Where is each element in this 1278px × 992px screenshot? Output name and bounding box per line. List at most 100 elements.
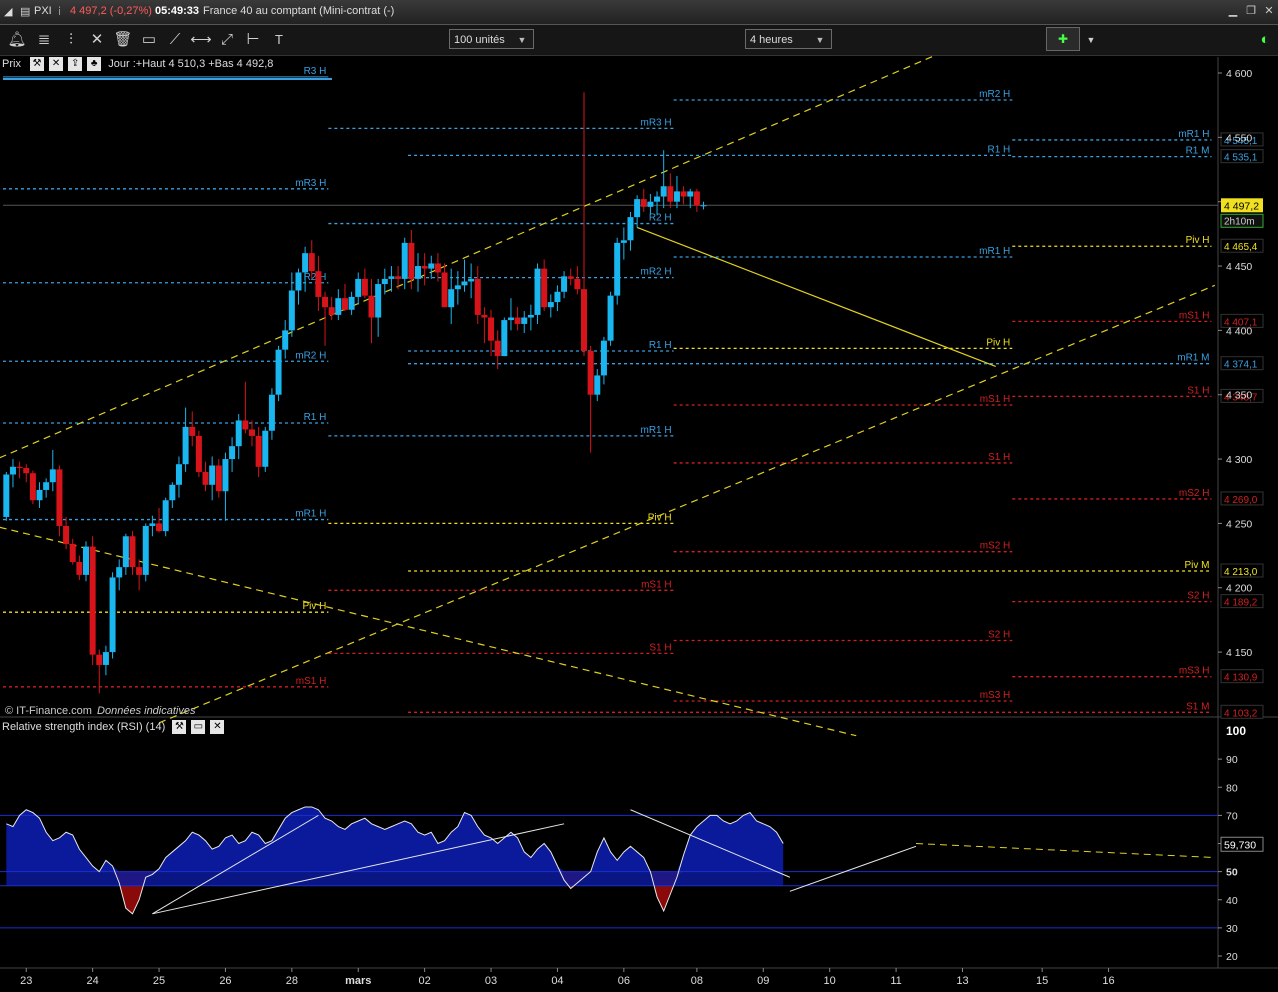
close-panel-icon[interactable]: ✕ (49, 57, 64, 71)
pivot-level-label: R1 H (649, 340, 672, 351)
candle-body (255, 435, 262, 467)
candle-body (680, 191, 687, 197)
wrench-icon[interactable]: ⚒ (30, 57, 45, 71)
time-tick-label: 03 (485, 975, 497, 987)
candle-body (335, 298, 342, 315)
candle-body (587, 350, 594, 395)
pivot-level-label: mS3 H (1179, 666, 1210, 677)
rsi-tick-label: 100 (1226, 724, 1246, 738)
candle-body (89, 546, 96, 655)
level-axis-value: 4 213,0 (1224, 567, 1258, 578)
candle-body (501, 320, 508, 357)
rsi-trendline (789, 845, 917, 892)
level-axis-value: 4 269,0 (1224, 495, 1258, 506)
candle-body (195, 435, 202, 472)
pivot-level-label: mR1 H (979, 246, 1010, 257)
pivot-level-label: Piv H (1186, 235, 1210, 246)
candle-body (468, 278, 475, 282)
candle-body (268, 394, 275, 431)
price-tick-label: 4 350 (1226, 390, 1252, 402)
price-panel-header: Prix ⚒ ✕ ⇪ ♣ Jour :+Haut 4 510,3 +Bas 4 … (2, 57, 273, 73)
candle-body (322, 296, 329, 308)
r3-accent-bar (3, 78, 332, 80)
rsi-tick-label: 30 (1226, 923, 1238, 935)
price-tick-label: 4 550 (1226, 132, 1252, 144)
wrench-icon[interactable]: ⚒ (172, 720, 187, 734)
candle-body (401, 242, 408, 279)
export-icon[interactable]: ⇪ (68, 57, 83, 71)
time-tick-label: 15 (1036, 975, 1048, 987)
candle-body (388, 276, 395, 279)
rsi-tick-label: 50 (1226, 867, 1238, 879)
level-axis-value: 4 465,4 (1224, 242, 1258, 253)
candle-body (282, 330, 289, 350)
candle-body (341, 298, 348, 310)
trendline (636, 226, 996, 367)
pivot-level-label: mS1 H (296, 676, 327, 687)
candle-body (142, 525, 149, 575)
pivot-level-label: R2 H (304, 272, 327, 283)
candle-body (700, 205, 707, 207)
close-panel-icon[interactable]: ✕ (210, 720, 225, 734)
countdown-value: 2h10m (1224, 216, 1255, 227)
candle-body (673, 191, 680, 202)
pivot-level-label: S1 M (1186, 701, 1209, 712)
candle-body (229, 446, 236, 460)
candle-body (627, 217, 634, 241)
pivot-level-label: mR1 H (641, 425, 672, 436)
pivot-level-label: mS3 H (980, 690, 1011, 701)
candle-body (481, 314, 488, 318)
candle-body (209, 465, 216, 485)
candle-body (507, 317, 514, 321)
rsi-panel-label: Relative strength index (RSI) (14) (2, 720, 166, 733)
pivot-level-label: S1 H (988, 452, 1010, 463)
rsi-trendline (915, 843, 1215, 859)
candle-body (3, 474, 10, 517)
level-axis-value: 4 103,2 (1224, 708, 1258, 719)
candle-body (368, 295, 375, 318)
candle-body (381, 278, 388, 285)
pivot-level-label: Piv M (1184, 560, 1209, 571)
time-tick-label: 26 (219, 975, 231, 987)
candle-body (348, 296, 355, 310)
pivot-level-label: mR1 M (1177, 353, 1209, 364)
candle-body (693, 191, 700, 206)
time-tick-label: 25 (153, 975, 165, 987)
rsi-upper-fill (6, 806, 784, 872)
candle-body (441, 272, 448, 308)
pivot-level-label: mR2 H (295, 350, 326, 361)
pivot-level-label: mR1 H (295, 509, 326, 520)
pivot-level-label: R2 H (649, 213, 672, 224)
pivot-level-label: mR1 H (1178, 129, 1209, 140)
pivot-level-label: R3 H (304, 66, 327, 77)
pivot-level-label: S1 H (1187, 385, 1209, 396)
candle-body (136, 567, 143, 575)
candle-body (620, 240, 627, 243)
candle-body (116, 567, 123, 578)
candle-body (434, 263, 441, 273)
last-price-value: 4 497,2 (1224, 200, 1259, 212)
candle-body (16, 466, 23, 469)
watermark-source: © IT-Finance.com (5, 705, 92, 717)
candle-body (102, 652, 109, 665)
candle-body (534, 268, 541, 315)
candle-body (275, 349, 282, 395)
candle-body (408, 242, 415, 279)
tree-icon[interactable]: ♣ (87, 57, 102, 71)
candle-body (514, 317, 521, 324)
chart-canvas[interactable]: R3 HmR2 HmR3 HmR1 H4 545,1R1 H R1 M4 535,… (0, 0, 1278, 992)
pivot-level-label: mS2 H (1179, 488, 1210, 499)
watermark: © IT-Finance.com Données indicatives (5, 705, 195, 717)
maximize-icon[interactable]: ▭ (191, 720, 206, 734)
pivot-level-label: mR2 H (641, 267, 672, 278)
pivot-level-label: mS1 H (980, 394, 1011, 405)
candle-body (189, 426, 196, 436)
candle-body (295, 272, 302, 291)
candle-body (249, 429, 255, 436)
candle-body (375, 284, 382, 318)
candle-body (527, 314, 534, 318)
candle-body (156, 523, 163, 532)
candle-body (660, 186, 667, 197)
pivot-level-label: mR3 H (295, 178, 326, 189)
candle-body (494, 340, 501, 357)
